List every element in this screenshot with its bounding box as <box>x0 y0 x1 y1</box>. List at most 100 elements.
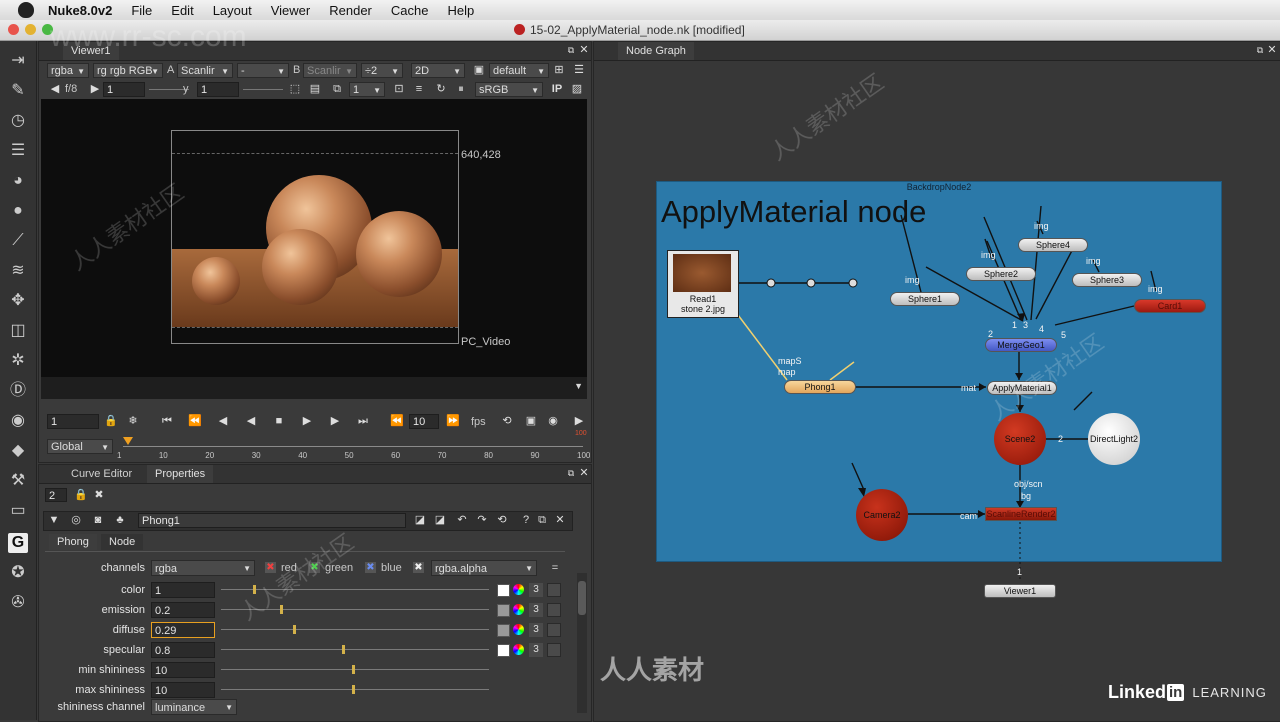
minimize-window-button[interactable] <box>25 24 36 35</box>
directlight-node[interactable]: DirectLight2 <box>1088 413 1140 465</box>
keyer-nodes-icon[interactable]: ⟋ <box>8 231 28 251</box>
tab-phong[interactable]: Phong <box>49 534 97 550</box>
color-animation-button[interactable] <box>547 583 561 597</box>
undo-icon[interactable]: ↶ <box>454 513 470 528</box>
prev-keyframe-icon[interactable]: ⏪ <box>187 414 203 429</box>
max-shininess-slider-thumb[interactable] <box>352 685 356 694</box>
diffuse-color-swatch[interactable] <box>497 624 510 637</box>
particles-nodes-icon[interactable]: ✲ <box>8 351 28 371</box>
viewer-viewport[interactable]: 640,428 PC_Video <box>41 99 587 377</box>
color-color-swatch[interactable] <box>497 584 510 597</box>
sphere3-node[interactable]: Sphere3 <box>1072 273 1142 287</box>
menu-viewer[interactable]: Viewer <box>271 3 311 18</box>
fstop-right-arrow-icon[interactable]: ▶ <box>87 82 103 97</box>
tab-properties[interactable]: Properties <box>147 465 214 483</box>
props-scrollbar[interactable] <box>577 573 587 713</box>
layer-select[interactable]: rg rgb RGB ▼ <box>93 63 163 78</box>
shininess-channel-select[interactable]: luminance ▼ <box>151 699 237 715</box>
gamma-slider[interactable] <box>243 89 283 90</box>
color-slider-thumb[interactable] <box>253 585 257 594</box>
color-slider[interactable] <box>221 582 489 598</box>
specular-split-channels-button[interactable]: 3 <box>529 643 543 657</box>
cache-icon[interactable]: ≡ <box>411 82 427 97</box>
lut-select[interactable]: default ▼ <box>489 63 549 78</box>
emission-slider-thumb[interactable] <box>279 605 283 614</box>
emission-slider[interactable] <box>221 602 489 618</box>
green-checkbox[interactable]: ✖ <box>309 562 320 573</box>
diffuse-color-wheel-icon[interactable] <box>513 624 524 635</box>
pause-icon[interactable]: ⏸ <box>453 82 469 97</box>
info-dropdown-icon[interactable]: ▼ <box>574 381 583 391</box>
skip-forward-icon[interactable]: ⏩ <box>445 414 461 429</box>
float-node-icon[interactable]: ⧉ <box>534 513 550 528</box>
redo-icon[interactable]: ↷ <box>474 513 490 528</box>
flipbook-icon[interactable]: ▣ <box>523 414 539 429</box>
proxy-select[interactable]: 1 ▼ <box>349 82 385 97</box>
menu-layout[interactable]: Layout <box>213 3 252 18</box>
scanlinerender-node[interactable]: ScanlineRender2 <box>985 507 1057 521</box>
skip-back-icon[interactable]: ⏪ <box>389 414 405 429</box>
red-checkbox[interactable]: ✖ <box>265 562 276 573</box>
close-props-icon[interactable]: ✕ <box>576 466 592 481</box>
read-node[interactable]: Read1 stone 2.jpg <box>667 250 739 318</box>
fstop-left-arrow-icon[interactable]: ◀ <box>47 82 63 97</box>
downscale-select[interactable]: ÷2 ▼ <box>361 63 403 78</box>
specular-slider-thumb[interactable] <box>341 645 345 654</box>
input-a-select[interactable]: Scanlir ▼ <box>177 63 233 78</box>
alpha-checkbox[interactable]: ✖ <box>413 562 424 573</box>
3d-nodes-icon[interactable]: ◫ <box>8 321 28 341</box>
viewer-node[interactable]: Viewer1 <box>984 584 1056 598</box>
ocula-nodes-icon[interactable]: ✇ <box>8 593 28 613</box>
min-shininess-slider[interactable] <box>221 662 489 678</box>
stop-icon[interactable]: ■ <box>271 414 287 429</box>
gl-color-swatch-icon[interactable]: ◪ <box>432 513 448 528</box>
close-panel-icon[interactable]: ✕ <box>576 43 592 58</box>
fit-icon[interactable]: ⊞ <box>551 63 567 78</box>
roi-icon[interactable]: ⬚ <box>287 82 303 97</box>
max-panels-input[interactable]: 2 <box>45 488 67 502</box>
proxy-icon[interactable]: ⧉ <box>329 82 345 97</box>
pixel-aspect-icon[interactable]: ⊡ <box>391 82 407 97</box>
node-name-input[interactable]: Phong1 <box>138 513 406 528</box>
tab-curve-editor[interactable]: Curve Editor <box>63 465 141 483</box>
gizmo-nodes-icon[interactable]: G <box>8 533 28 553</box>
prev-frame-icon[interactable]: ◀ <box>215 414 231 429</box>
help-icon[interactable]: ? <box>518 513 534 528</box>
play-backward-icon[interactable]: ◀ <box>243 414 259 429</box>
metadata-nodes-icon[interactable]: ◆ <box>8 441 28 461</box>
specular-input[interactable]: 0.8 <box>151 642 215 658</box>
first-frame-icon[interactable]: ⏮ <box>159 414 175 429</box>
timeline-track[interactable] <box>123 446 583 447</box>
menu-app-name[interactable]: Nuke8.0v2 <box>48 3 112 18</box>
zoom-window-button[interactable] <box>42 24 53 35</box>
gamma-input[interactable]: 1 <box>197 82 239 97</box>
menu-file[interactable]: File <box>131 3 152 18</box>
close-node-icon[interactable]: ✕ <box>552 513 568 528</box>
color-color-wheel-icon[interactable] <box>513 584 524 595</box>
refresh-icon[interactable]: ↻ <box>433 82 449 97</box>
time-nodes-icon[interactable]: ◷ <box>8 111 28 131</box>
menu-cache[interactable]: Cache <box>391 3 429 18</box>
diffuse-slider-thumb[interactable] <box>293 625 297 634</box>
node-color-icon[interactable]: ♣ <box>112 513 128 528</box>
phong-node[interactable]: Phong1 <box>784 380 856 394</box>
merge-nodes-icon[interactable]: ≋ <box>8 261 28 281</box>
apple-icon[interactable] <box>18 2 34 18</box>
diffuse-animation-button[interactable] <box>547 623 561 637</box>
emission-input[interactable]: 0.2 <box>151 602 215 618</box>
min-shininess-input[interactable]: 10 <box>151 662 215 678</box>
view-mode-select[interactable]: 2D ▼ <box>411 63 465 78</box>
center-node-icon[interactable]: ◎ <box>68 513 84 528</box>
filter-nodes-icon[interactable]: ● <box>8 201 28 221</box>
blue-checkbox[interactable]: ✖ <box>365 562 376 573</box>
display-select[interactable]: sRGB ▼ <box>475 82 543 97</box>
alpha-channel-select[interactable]: rgba.alpha ▼ <box>431 560 537 576</box>
wipe-op-select[interactable]: - ▼ <box>237 63 289 78</box>
toolsets-icon[interactable]: ⚒ <box>8 471 28 491</box>
specular-color-wheel-icon[interactable] <box>513 644 524 655</box>
emission-animation-button[interactable] <box>547 603 561 617</box>
furnace-nodes-icon[interactable]: ✪ <box>8 563 28 583</box>
channels-select[interactable]: rgba ▼ <box>47 63 89 78</box>
card-node[interactable]: Card1 <box>1134 299 1206 313</box>
menu-help[interactable]: Help <box>447 3 474 18</box>
